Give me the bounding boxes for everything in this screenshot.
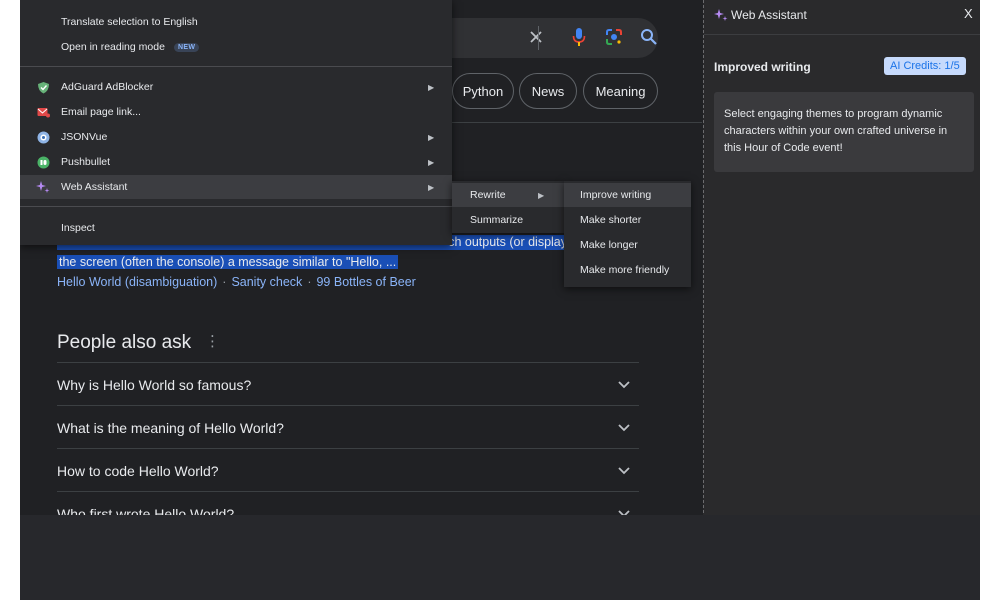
submenu-item-label: Make shorter [580, 214, 642, 226]
panel-title: Web Assistant [731, 8, 807, 22]
submenu-arrow-icon: ▶ [428, 132, 435, 142]
context-menu: Translate selection to English Open in r… [20, 0, 452, 245]
chevron-down-icon [615, 462, 633, 480]
menu-item-label: Open in reading mode [61, 41, 165, 53]
rewrite-item-make-more-friendly[interactable]: Make more friendly [564, 258, 691, 282]
search-icon[interactable] [638, 26, 660, 48]
submenu-item-label: Make longer [580, 239, 638, 251]
paa-question-4[interactable]: Who first wrote Hello World? [57, 491, 639, 515]
sparkle-icon [36, 180, 50, 194]
menu-divider [20, 66, 452, 67]
submenu-item-rewrite[interactable]: Rewrite ▶ [452, 183, 564, 207]
menu-item-pushbullet[interactable]: Pushbullet ▶ [20, 150, 452, 174]
menu-item-label: JSONVue [61, 131, 108, 143]
web-assistant-panel: Web Assistant X Improved writing AI Cred… [703, 0, 980, 518]
clear-icon[interactable] [525, 26, 547, 48]
snippet-line1-end: ch outputs (or display [448, 235, 567, 249]
menu-item-label: Translate selection to English [61, 16, 198, 28]
search-divider [538, 26, 539, 50]
new-badge: NEW [174, 42, 200, 52]
menu-item-adguard[interactable]: AdGuard AdBlocker ▶ [20, 75, 452, 99]
more-options-icon[interactable]: ⋮ [205, 332, 220, 350]
voice-search-icon[interactable] [568, 26, 590, 48]
chevron-down-icon [615, 419, 633, 437]
sparkle-icon [714, 8, 728, 27]
menu-item-translate[interactable]: Translate selection to English [20, 10, 452, 34]
menu-item-label: Web Assistant [61, 181, 128, 193]
menu-item-inspect[interactable]: Inspect [20, 216, 452, 240]
ai-credits-badge: AI Credits: 1/5 [884, 57, 966, 75]
chip-news[interactable]: News [519, 73, 577, 109]
panel-subtitle: Improved writing [714, 60, 811, 74]
menu-item-label: Email page link... [61, 106, 141, 118]
browser-window: Python News Meaning ch outputs (or displ… [20, 0, 980, 600]
menu-item-email-link[interactable]: Email page link... [20, 100, 452, 124]
related-links: Hello World (disambiguation) · Sanity chec… [57, 275, 416, 289]
submenu-item-label: Improve writing [580, 189, 652, 201]
people-also-ask-title: People also ask [57, 332, 192, 353]
paa-question-text: How to code Hello World? [57, 462, 219, 479]
submenu-item-label: Make more friendly [580, 264, 670, 276]
menu-item-label: Inspect [61, 222, 95, 234]
panel-header: Web Assistant X [704, 0, 980, 35]
paa-question-1[interactable]: Why is Hello World so famous? [57, 362, 639, 406]
lens-search-icon[interactable] [603, 26, 625, 48]
paa-question-text: What is the meaning of Hello World? [57, 419, 284, 436]
bottom-area [20, 515, 980, 600]
search-results-page: Python News Meaning ch outputs (or displ… [20, 0, 702, 515]
menu-item-label: Pushbullet [61, 156, 111, 168]
submenu-item-label: Rewrite [470, 189, 506, 201]
paa-question-text: Why is Hello World so famous? [57, 376, 252, 393]
paa-question-2[interactable]: What is the meaning of Hello World? [57, 405, 639, 449]
tabs-divider [452, 122, 702, 123]
rewrite-result: Select engaging themes to program dynami… [714, 92, 974, 172]
menu-divider [20, 206, 452, 207]
jsonvue-icon [36, 130, 50, 144]
chevron-down-icon [615, 505, 633, 515]
pushbullet-icon [36, 155, 50, 169]
submenu-item-label: Summarize [470, 214, 524, 226]
paa-question-3[interactable]: How to code Hello World? [57, 448, 639, 492]
submenu-item-summarize[interactable]: Summarize [452, 208, 564, 232]
menu-item-web-assistant[interactable]: Web Assistant ▶ [20, 175, 452, 199]
email-icon [36, 105, 50, 119]
submenu-arrow-icon: ▶ [538, 190, 545, 200]
search-box[interactable] [440, 18, 658, 58]
link-sanity-check[interactable]: Sanity check [231, 275, 302, 289]
rewrite-item-make-longer[interactable]: Make longer [564, 233, 691, 257]
rewrite-item-make-shorter[interactable]: Make shorter [564, 208, 691, 232]
rewrite-item-improve-writing[interactable]: Improve writing [564, 183, 691, 207]
snippet-selection-line2: the screen (often the console) a message… [57, 255, 399, 269]
submenu-arrow-icon: ▶ [428, 182, 435, 192]
chip-python[interactable]: Python [452, 73, 514, 109]
adguard-shield-icon [36, 80, 50, 94]
rewrite-submenu: Improve writing Make shorter Make longer… [564, 181, 691, 287]
chevron-down-icon [615, 376, 633, 394]
link-99-bottles[interactable]: 99 Bottles of Beer [316, 275, 415, 289]
close-button[interactable]: X [964, 6, 973, 21]
link-disambiguation[interactable]: Hello World (disambiguation) [57, 275, 217, 289]
menu-item-jsonvue[interactable]: JSONVue ▶ [20, 125, 452, 149]
submenu-arrow-icon: ▶ [428, 157, 435, 167]
chip-meaning[interactable]: Meaning [583, 73, 658, 109]
menu-item-label: AdGuard AdBlocker [61, 81, 154, 93]
submenu-arrow-icon: ▶ [428, 82, 435, 92]
menu-item-reading-mode[interactable]: Open in reading mode NEW [20, 35, 452, 59]
web-assistant-submenu: Rewrite ▶ Summarize [452, 181, 564, 233]
paa-question-text: Who first wrote Hello World? [57, 505, 235, 516]
